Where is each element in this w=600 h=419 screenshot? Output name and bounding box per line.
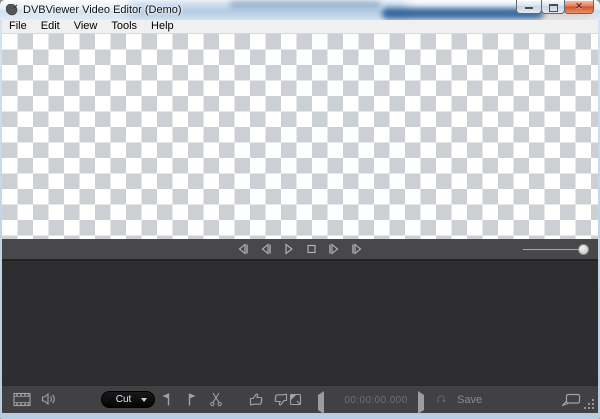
stop-button[interactable] bbox=[304, 242, 319, 256]
cut-mode-value: Cut bbox=[102, 394, 141, 405]
cut-scissors-button[interactable] bbox=[209, 391, 223, 407]
skip-back-icon bbox=[235, 242, 250, 256]
snapshot-icon bbox=[288, 392, 303, 407]
menu-tools[interactable]: Tools bbox=[104, 20, 144, 33]
chevron-down-icon bbox=[141, 398, 147, 402]
frame-back-button[interactable] bbox=[318, 395, 324, 410]
save-button[interactable]: Save bbox=[457, 394, 482, 406]
step-forward-icon bbox=[327, 242, 342, 256]
audio-mute-button[interactable] bbox=[41, 392, 58, 406]
monitor-button[interactable] bbox=[561, 393, 581, 407]
snapshot-button[interactable] bbox=[288, 392, 303, 407]
bottom-toolbar: Cut bbox=[2, 385, 598, 413]
monitor-icon bbox=[561, 393, 581, 407]
menubar: File Edit View Tools Help bbox=[2, 20, 598, 34]
stop-icon bbox=[304, 242, 319, 256]
minimize-button[interactable] bbox=[516, 0, 542, 14]
step-forward-button[interactable] bbox=[327, 242, 342, 256]
speaker-icon bbox=[41, 392, 58, 406]
flag-start-icon bbox=[159, 392, 173, 407]
app-window: DVBViewer Video Editor (Demo) ✕ File Edi… bbox=[0, 0, 600, 419]
discard-segment-button[interactable] bbox=[273, 392, 289, 407]
zoom-slider-knob[interactable] bbox=[578, 244, 589, 255]
titlebar: DVBViewer Video Editor (Demo) ✕ bbox=[0, 0, 600, 20]
app-icon bbox=[6, 4, 18, 16]
set-cut-end-button[interactable] bbox=[185, 392, 199, 407]
minimize-icon bbox=[525, 7, 533, 9]
window-title: DVBViewer Video Editor (Demo) bbox=[23, 4, 182, 16]
menu-help[interactable]: Help bbox=[144, 20, 181, 33]
previous-cut-point-button[interactable] bbox=[235, 242, 250, 256]
resize-grip[interactable] bbox=[583, 398, 595, 410]
timeline-area[interactable] bbox=[2, 259, 598, 385]
close-button[interactable]: ✕ bbox=[564, 0, 594, 14]
left-arrow-icon bbox=[318, 391, 324, 414]
menu-view[interactable]: View bbox=[67, 20, 105, 33]
aero-glass-blur bbox=[230, 1, 380, 8]
set-cut-start-button[interactable] bbox=[159, 392, 173, 407]
zoom-slider-track[interactable] bbox=[523, 249, 584, 250]
thumbs-up-icon bbox=[248, 392, 264, 407]
close-icon: ✕ bbox=[565, 1, 593, 12]
curved-arrow-icon bbox=[435, 393, 448, 406]
thumbs-down-icon bbox=[273, 392, 289, 407]
play-button[interactable] bbox=[281, 242, 296, 256]
playback-controls bbox=[235, 242, 365, 256]
skip-forward-icon bbox=[350, 242, 365, 256]
right-arrow-icon bbox=[418, 391, 424, 414]
flag-end-icon bbox=[185, 392, 199, 407]
cut-mode-dropdown[interactable]: Cut bbox=[101, 391, 155, 408]
keep-segment-button[interactable] bbox=[248, 392, 264, 407]
step-back-button[interactable] bbox=[258, 242, 273, 256]
timecode-display: 00:00:00.000 bbox=[338, 395, 414, 406]
filmstrip-button[interactable] bbox=[13, 392, 31, 407]
caption-buttons: ✕ bbox=[517, 0, 594, 14]
next-cut-point-button[interactable] bbox=[350, 242, 365, 256]
step-back-icon bbox=[258, 242, 273, 256]
scissors-icon bbox=[209, 391, 223, 407]
menu-edit[interactable]: Edit bbox=[34, 20, 67, 33]
filmstrip-icon bbox=[13, 392, 31, 407]
goto-position-button[interactable] bbox=[435, 393, 448, 406]
video-preview-area bbox=[2, 34, 598, 239]
frame-forward-button[interactable] bbox=[418, 395, 424, 410]
maximize-button[interactable] bbox=[541, 0, 565, 14]
transport-bar bbox=[2, 239, 598, 259]
menu-file[interactable]: File bbox=[2, 20, 34, 33]
maximize-icon bbox=[549, 4, 558, 12]
play-icon bbox=[281, 242, 296, 256]
